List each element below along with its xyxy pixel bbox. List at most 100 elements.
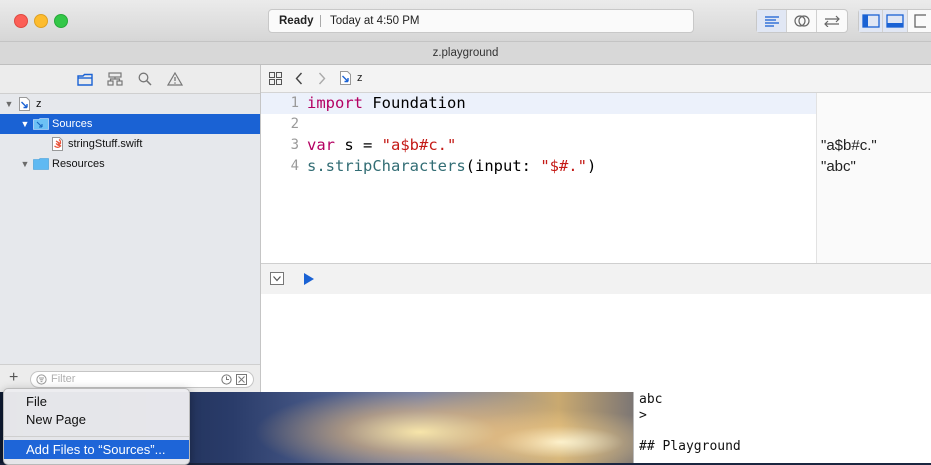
result-value[interactable]: "a$b#c.": [821, 135, 877, 156]
right-panel-icon: [914, 14, 926, 28]
tree-item-label: Resources: [52, 158, 105, 170]
status-divider: [320, 15, 321, 27]
line-number: 4: [290, 158, 299, 174]
folder-icon: [33, 158, 49, 170]
jump-bar-path-item[interactable]: z: [357, 72, 363, 84]
symbol-navigator-tab[interactable]: [106, 70, 124, 88]
scm-filter-icon[interactable]: [236, 374, 247, 385]
titlebar: Ready Today at 4:50 PM: [0, 0, 931, 42]
add-button[interactable]: +: [9, 369, 18, 387]
filter-placeholder: Filter: [51, 373, 76, 385]
debug-bar: [261, 263, 931, 295]
toggle-navigator-button[interactable]: [859, 10, 884, 32]
playground-file-icon: [19, 97, 30, 111]
issue-navigator-tab[interactable]: [166, 70, 184, 88]
navigator-tabs: [0, 65, 260, 94]
code-line[interactable]: 3 var s = "a$b#c.": [261, 135, 816, 156]
code-token: Foundation: [363, 94, 466, 112]
left-panel-icon: [862, 14, 880, 28]
menu-item-add-files[interactable]: Add Files to “Sources”...: [4, 440, 189, 459]
terminal-window[interactable]: abc > ## Playground: [633, 392, 931, 463]
tree-item-z[interactable]: ▼ z: [0, 94, 260, 114]
assistant-rings-icon: [793, 15, 810, 27]
disclosure-triangle-icon[interactable]: ▼: [20, 114, 30, 134]
magnifier-icon: [138, 72, 152, 86]
xcode-window: Ready Today at 4:50 PM z.playground ▼ z …: [0, 0, 931, 392]
project-navigator-tab[interactable]: [76, 70, 94, 88]
filter-input[interactable]: Filter: [30, 371, 254, 388]
line-source: var s = "a$b#c.": [307, 135, 456, 156]
code-line[interactable]: 1 import Foundation: [261, 93, 816, 114]
tree-item-label: z: [36, 98, 42, 110]
toggle-debug-area-button[interactable]: [883, 10, 908, 32]
line-number: 2: [290, 116, 299, 132]
jump-bar: z: [261, 65, 931, 93]
playground-file-icon: [340, 71, 351, 85]
keyword-token: var: [307, 136, 335, 154]
terminal-line: >: [639, 407, 647, 423]
find-navigator-tab[interactable]: [136, 70, 154, 88]
terminal-line: abc: [639, 392, 663, 407]
hide-debug-area-icon[interactable]: [270, 272, 284, 285]
status-text: Ready: [279, 15, 314, 27]
menu-item-new-page[interactable]: New Page: [4, 410, 189, 429]
function-name-token: stripCharacters: [325, 157, 466, 175]
line-number: 1: [290, 95, 299, 111]
warning-triangle-icon: [167, 72, 183, 86]
line-source: s.stripCharacters(input: "$#."): [307, 156, 596, 177]
status-time: Today at 4:50 PM: [330, 15, 420, 27]
tree-item-resources[interactable]: ▼ Resources: [0, 154, 260, 174]
chevron-right-icon[interactable]: [318, 72, 326, 85]
clock-icon[interactable]: [221, 374, 232, 385]
tree-item-stringstuff-swift[interactable]: stringStuff.swift: [0, 134, 260, 154]
minimize-window-button[interactable]: [34, 14, 48, 28]
standard-editor-button[interactable]: [757, 10, 787, 32]
string-literal-token: "a$b#c.": [381, 136, 457, 154]
bottom-panel-icon: [886, 14, 904, 28]
align-lines-icon: [764, 16, 779, 27]
version-editor-button[interactable]: [817, 10, 847, 32]
chevron-left-icon[interactable]: [295, 72, 303, 85]
console-area[interactable]: [261, 294, 931, 392]
code-token: (input:: [465, 157, 541, 175]
run-playground-icon[interactable]: [303, 272, 315, 286]
document-tab-bar[interactable]: z.playground: [0, 42, 931, 65]
disclosure-triangle-icon[interactable]: ▼: [4, 94, 14, 114]
document-title: z.playground: [432, 47, 499, 59]
keyword-token: import: [307, 94, 363, 112]
tree-item-label: stringStuff.swift: [68, 138, 143, 150]
line-source: import Foundation: [307, 93, 466, 114]
menu-item-file[interactable]: File: [4, 392, 189, 411]
swift-file-icon: [52, 137, 63, 151]
view-toggles: [858, 9, 931, 33]
toggle-inspector-button[interactable]: [908, 10, 931, 32]
source-editor[interactable]: 1 import Foundation 2 3 var s = "a$b#c."…: [261, 93, 816, 263]
add-context-menu: File New Page Add Files to “Sources”...: [3, 388, 190, 465]
zoom-window-button[interactable]: [54, 14, 68, 28]
results-sidebar: "a$b#c." "abc": [816, 93, 931, 263]
line-number: 3: [290, 137, 299, 153]
tree-item-label: Sources: [52, 118, 93, 130]
assistant-editor-button[interactable]: [787, 10, 817, 32]
arrows-left-right-icon: [824, 15, 840, 27]
editor-area: z 1 import Foundation 2 3 var s = "a$b#c…: [261, 65, 931, 392]
code-token: s =: [335, 136, 382, 154]
close-window-button[interactable]: [14, 14, 28, 28]
filter-icon: [36, 374, 47, 385]
folder-icon: [33, 118, 49, 130]
code-line[interactable]: 4 s.stripCharacters(input: "$#."): [261, 156, 816, 177]
related-items-grid-icon[interactable]: [269, 72, 282, 85]
result-value[interactable]: "abc": [821, 156, 856, 177]
code-line[interactable]: 2: [261, 114, 816, 135]
activity-viewer: Ready Today at 4:50 PM: [268, 9, 694, 33]
terminal-line: ## Playground: [639, 438, 741, 454]
folder-icon: [77, 73, 93, 86]
project-navigator: ▼ z ▼ Sources stringStuff.swift ▼ Resour…: [0, 65, 261, 392]
disclosure-triangle-icon[interactable]: ▼: [20, 154, 30, 174]
hierarchy-icon: [107, 72, 123, 86]
editor-mode-controls: [756, 9, 848, 33]
menu-separator: [4, 436, 189, 437]
tree-item-sources[interactable]: ▼ Sources: [0, 114, 260, 134]
code-token: ): [586, 157, 597, 175]
